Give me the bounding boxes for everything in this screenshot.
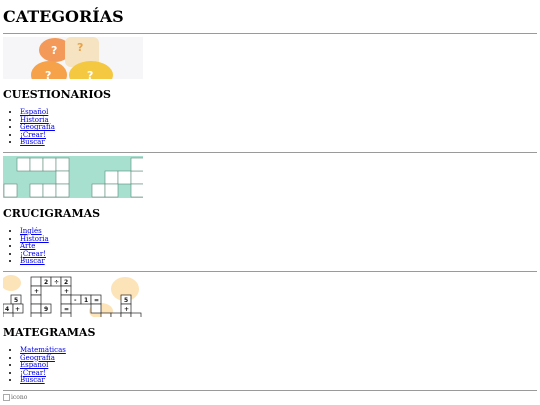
svg-text:÷: ÷	[54, 279, 59, 286]
section-title: MATEGRAMAS	[3, 325, 96, 339]
svg-text:4: 4	[5, 306, 9, 313]
mathgram-thumbnail[interactable]: 2 ÷ 2 + + 5-1 = 5 4 +9 = +	[3, 274, 143, 317]
svg-text:+: +	[124, 306, 129, 313]
svg-text:5: 5	[124, 297, 128, 304]
svg-text:+: +	[64, 288, 69, 295]
divider	[3, 389, 537, 391]
svg-text:=: =	[94, 297, 99, 304]
crossword-thumbnail[interactable]	[3, 155, 143, 198]
link-buscar[interactable]: Buscar	[20, 376, 45, 385]
svg-text:?: ?	[45, 69, 51, 79]
page-title: CATEGORÍAS	[3, 7, 124, 26]
mathgram-links: Matemáticas Geografía Español ¡Crear! Bu…	[3, 346, 537, 385]
footer-logo: icono	[3, 393, 537, 401]
svg-text:+: +	[15, 306, 20, 313]
svg-text:2: 2	[64, 279, 68, 286]
divider	[3, 151, 537, 153]
broken-image-icon	[3, 393, 10, 401]
svg-text:?: ?	[51, 44, 57, 57]
svg-text:2: 2	[44, 279, 48, 286]
svg-text:?: ?	[77, 41, 83, 54]
mathgram-section: 2÷2 ++ 5-1=5 4+9=+ MATEGRAMAS Matemática…	[3, 274, 537, 385]
svg-text:?: ?	[87, 69, 93, 79]
svg-text:+: +	[34, 288, 39, 295]
divider	[3, 33, 537, 34]
svg-text:1: 1	[84, 297, 88, 304]
quiz-thumbnail[interactable]: ? ? ? ?	[3, 37, 143, 79]
quiz-section: ? ? ? ? CUESTIONARIOS Español Historia G…	[3, 37, 537, 147]
crossword-links: Inglés Historia Arte ¡Crear! Buscar	[3, 227, 537, 266]
quiz-links: Español Historia Geografía ¡Crear! Busca…	[3, 108, 537, 147]
logo-alt-text: icono	[11, 393, 28, 401]
crossword-section: CRUCIGRAMAS Inglés Historia Arte ¡Crear!…	[3, 155, 537, 266]
svg-text:9: 9	[44, 306, 48, 313]
svg-text:=: =	[64, 306, 69, 313]
link-buscar[interactable]: Buscar	[20, 138, 45, 147]
section-title: CRUCIGRAMAS	[3, 206, 101, 220]
divider	[3, 270, 537, 272]
section-title: CUESTIONARIOS	[3, 88, 111, 101]
svg-text:5: 5	[14, 297, 18, 304]
link-buscar[interactable]: Buscar	[20, 257, 45, 266]
categories-page: CATEGORÍAS ? ? ? ? CUESTIONARIOS Español…	[0, 0, 540, 401]
